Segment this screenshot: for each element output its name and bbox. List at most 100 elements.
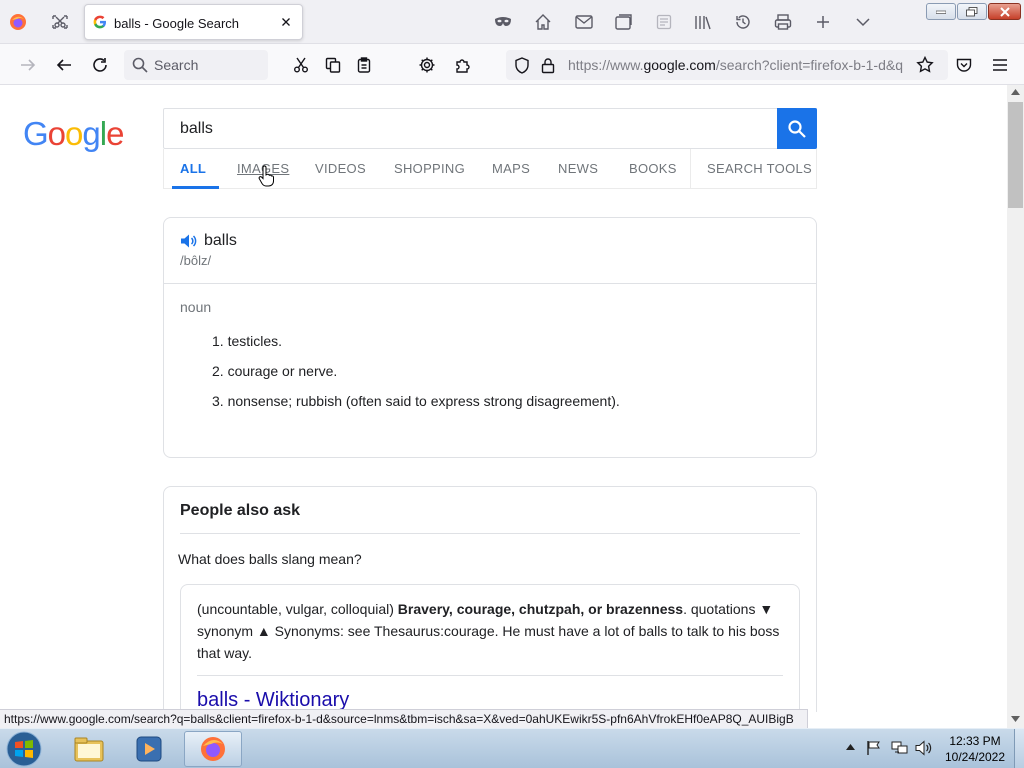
google-logo[interactable]: Google (23, 115, 124, 153)
link-status-bar: https://www.google.com/search?q=balls&cl… (0, 709, 808, 728)
tracking-protection-shield-icon[interactable] (514, 57, 530, 74)
settings-gear-icon[interactable] (415, 53, 439, 77)
firefox-icon (201, 737, 225, 761)
tab-shopping[interactable]: SHOPPING (394, 161, 465, 176)
clock-time: 12:33 PM (949, 734, 1001, 748)
close-window-button[interactable] (988, 3, 1021, 20)
history-icon[interactable] (732, 11, 754, 33)
divider (197, 675, 783, 676)
definition-item: 3. nonsense; rubbish (often said to expr… (212, 393, 620, 409)
tab-search-tools[interactable]: SEARCH TOOLS (707, 161, 812, 176)
tab-all[interactable]: ALL (180, 161, 206, 176)
extensions-puzzle-icon[interactable] (451, 53, 475, 77)
home-icon[interactable] (532, 11, 554, 33)
logo-letter: e (106, 115, 124, 152)
taskbar-file-explorer[interactable] (60, 731, 118, 767)
part-of-speech: noun (180, 299, 212, 315)
pocket-icon[interactable] (952, 53, 976, 77)
close-tab-icon[interactable] (278, 14, 294, 30)
start-button[interactable] (4, 730, 44, 768)
forward-arrow-icon[interactable] (16, 53, 40, 77)
taskbar-firefox[interactable] (184, 731, 242, 767)
tab-title: balls - Google Search (114, 16, 240, 31)
active-tab[interactable]: balls - Google Search (84, 4, 303, 40)
answer-panel: (uncountable, vulgar, colloquial) Braver… (180, 584, 800, 712)
paste-icon[interactable] (352, 53, 376, 77)
show-hidden-icons-chevron-up-icon[interactable] (846, 744, 855, 750)
reader-view-icon[interactable] (653, 11, 675, 33)
windows-taskbar: 12:33 PM 10/24/2022 (0, 728, 1024, 768)
toolbar-search-input[interactable]: Search (124, 50, 268, 80)
search-icon (132, 57, 148, 73)
scroll-down-arrow-icon[interactable] (1011, 716, 1020, 722)
tab-news[interactable]: NEWS (558, 161, 598, 176)
definition-item: 1. testicles. (212, 333, 283, 349)
vertical-scrollbar[interactable] (1007, 85, 1024, 728)
logo-letter: o (47, 115, 66, 152)
tabs-divider (690, 149, 691, 189)
tab-maps[interactable]: MAPS (492, 161, 530, 176)
search-icon (788, 119, 806, 138)
logo-letter: o (65, 115, 83, 152)
active-tab-indicator (172, 186, 219, 189)
cut-icon[interactable] (289, 53, 313, 77)
answer-text: (uncountable, vulgar, colloquial) Braver… (197, 598, 787, 664)
back-arrow-icon[interactable] (52, 53, 76, 77)
show-desktop-button[interactable] (1014, 729, 1024, 768)
divider (164, 283, 816, 284)
app-menu-hamburger-icon[interactable] (988, 53, 1012, 77)
people-also-ask-card: People also ask What does balls slang me… (163, 486, 817, 712)
bookmark-star-icon[interactable] (913, 53, 937, 77)
dictionary-card: balls /bôlz/ noun 1. testicles. 2. coura… (163, 217, 817, 458)
restore-window-button[interactable] (957, 3, 987, 20)
url-domain: google.com (643, 57, 716, 73)
screenshot-tool-icon[interactable] (48, 11, 72, 33)
reload-icon[interactable] (88, 53, 112, 77)
email-link-icon[interactable] (573, 11, 595, 33)
tab-books[interactable]: BOOKS (629, 161, 677, 176)
hand-pointer-cursor-icon (258, 165, 276, 187)
speaker-icon[interactable] (180, 233, 198, 249)
browser-tab-strip: balls - Google Search (0, 0, 1024, 44)
scroll-up-arrow-icon[interactable] (1011, 89, 1020, 95)
tab-videos[interactable]: VIDEOS (315, 161, 366, 176)
system-clock[interactable]: 12:33 PM 10/24/2022 (940, 733, 1010, 765)
folder-icon (74, 737, 104, 762)
new-window-icon[interactable] (613, 11, 635, 33)
volume-speaker-icon[interactable] (915, 740, 933, 756)
address-bar[interactable]: https://www.google.com/search?client=fir… (506, 50, 948, 80)
action-center-flag-icon[interactable] (866, 740, 882, 756)
scrollbar-thumb[interactable] (1008, 102, 1023, 208)
minimize-window-button[interactable] (926, 3, 956, 20)
search-query-text: balls (180, 120, 213, 137)
library-icon[interactable] (692, 11, 714, 33)
windows-logo-icon (6, 731, 42, 767)
clock-date: 10/24/2022 (944, 750, 1006, 764)
firefox-view-icon[interactable] (8, 12, 28, 32)
navigation-toolbar: Search https://www.google.com/search?cli… (0, 44, 1024, 85)
url-prefix: https://www. (568, 57, 644, 73)
answer-highlight: Bravery, courage, chutzpah, or brazennes… (397, 601, 684, 617)
new-tab-icon[interactable] (812, 11, 834, 33)
toolbar-search-placeholder: Search (154, 57, 199, 73)
private-browsing-mask-icon[interactable] (492, 12, 514, 32)
question-item[interactable]: What does balls slang mean? (178, 551, 362, 567)
print-icon[interactable] (772, 11, 794, 33)
network-icon[interactable] (891, 740, 909, 756)
google-favicon-icon (93, 15, 107, 29)
secure-lock-icon[interactable] (540, 57, 556, 74)
answer-prefix: (uncountable, vulgar, colloquial) (197, 601, 398, 617)
search-button[interactable] (777, 108, 817, 149)
list-all-tabs-chevron-down-icon[interactable] (852, 11, 874, 33)
search-input[interactable]: balls (163, 108, 817, 149)
url-path: /search?client=firefox-b-1-d&q (715, 57, 904, 73)
logo-letter: g (82, 115, 100, 152)
taskbar-media-player[interactable] (120, 731, 178, 767)
logo-letter: G (23, 115, 49, 152)
copy-icon[interactable] (321, 53, 345, 77)
dictionary-word: balls (204, 232, 237, 249)
url-text[interactable]: https://www.google.com/search?client=fir… (568, 57, 903, 73)
media-player-icon (136, 736, 162, 762)
divider (180, 533, 800, 534)
dictionary-phonetic: /bôlz/ (180, 253, 212, 268)
